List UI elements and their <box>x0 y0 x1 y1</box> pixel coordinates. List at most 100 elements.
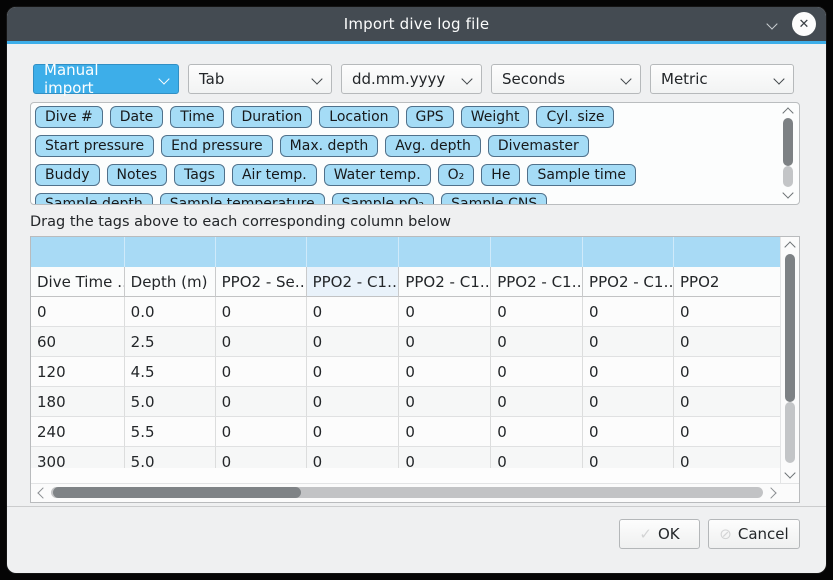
tag-sample-cns[interactable]: Sample CNS <box>441 193 547 205</box>
cell-3-5: 0 <box>491 387 583 417</box>
tag-weight[interactable]: Weight <box>461 106 530 128</box>
ok-button-label: OK <box>658 525 680 543</box>
column-header-0[interactable]: Dive Time … <box>31 267 125 297</box>
tag-water-temp-[interactable]: Water temp. <box>324 164 431 186</box>
dropzone-cell-4[interactable] <box>399 237 491 267</box>
dropdown-1[interactable]: Tab <box>188 64 332 94</box>
dropzone-cell-2[interactable] <box>216 237 307 267</box>
dropdown-value: dd.mm.yyyy <box>352 70 445 88</box>
column-header-6[interactable]: PPO2 - C1… <box>583 267 674 297</box>
table-row-0[interactable]: 00.0000000 <box>31 297 783 327</box>
tag-he[interactable]: He <box>481 164 520 186</box>
column-header-3[interactable]: PPO2 - C1… <box>307 267 400 297</box>
cell-2-4: 0 <box>399 357 491 387</box>
tag-divemaster[interactable]: Divemaster <box>488 135 589 157</box>
cancel-button[interactable]: ⊘ Cancel <box>708 519 800 549</box>
table-row-1[interactable]: 602.5000000 <box>31 327 783 357</box>
scrollbar-thumb[interactable] <box>785 254 795 402</box>
scroll-up-icon[interactable] <box>784 241 795 252</box>
cell-3-3: 0 <box>307 387 400 417</box>
tag-o-[interactable]: O₂ <box>438 164 475 186</box>
tag-duration[interactable]: Duration <box>231 106 312 128</box>
chevron-down-icon <box>461 73 472 84</box>
tag-sample-temperature[interactable]: Sample temperature <box>160 193 325 205</box>
cell-2-2: 0 <box>216 357 307 387</box>
tag-sample-po-[interactable]: Sample pO₂ <box>332 193 434 205</box>
dropdown-value: Tab <box>199 70 224 88</box>
chevron-down-icon <box>766 18 777 29</box>
tag-location[interactable]: Location <box>319 106 398 128</box>
tag-notes[interactable]: Notes <box>107 164 167 186</box>
scroll-right-icon[interactable] <box>765 487 776 498</box>
scrollbar-thumb[interactable] <box>783 118 793 166</box>
table-row-5[interactable]: 3005.0000000 <box>31 447 783 468</box>
dropzone-cell-3[interactable] <box>307 237 400 267</box>
shade-button[interactable] <box>766 18 778 30</box>
close-button[interactable]: ✕ <box>792 12 816 36</box>
tag-buddy[interactable]: Buddy <box>35 164 100 186</box>
tag-end-pressure[interactable]: End pressure <box>161 135 273 157</box>
cell-5-7: 0 <box>674 447 783 468</box>
scrollbar-thumb[interactable] <box>53 487 301 498</box>
scroll-up-icon[interactable] <box>782 107 793 118</box>
dropdown-4[interactable]: Metric <box>650 64 794 94</box>
dropdown-2[interactable]: dd.mm.yyyy <box>341 64 482 94</box>
dropzone-cell-7[interactable] <box>674 237 783 267</box>
cell-5-3: 0 <box>307 447 400 468</box>
tag-tags[interactable]: Tags <box>174 164 225 186</box>
cell-5-2: 0 <box>216 447 307 468</box>
csv-preview-table: Dive Time …Depth (m)PPO2 - Se…PPO2 - C1…… <box>30 236 800 503</box>
tag-panel-scrollbar[interactable] <box>777 103 799 204</box>
tag-air-temp-[interactable]: Air temp. <box>232 164 317 186</box>
ok-button[interactable]: ✓ OK <box>619 519 700 549</box>
scroll-left-icon[interactable] <box>37 487 48 498</box>
column-header-1[interactable]: Depth (m) <box>125 267 216 297</box>
tag-avg-depth[interactable]: Avg. depth <box>385 135 481 157</box>
tag-sample-depth[interactable]: Sample depth <box>35 193 153 205</box>
cell-4-3: 0 <box>307 417 400 447</box>
import-options-row: Manual import Tab dd.mm.yyyy Seconds Metric <box>7 44 826 94</box>
cell-4-0: 240 <box>31 417 125 447</box>
scrollbar-track[interactable] <box>783 166 793 187</box>
dropzone-cell-5[interactable] <box>491 237 583 267</box>
table-vertical-scrollbar[interactable] <box>780 237 799 486</box>
tag-date[interactable]: Date <box>110 106 163 128</box>
cell-3-2: 0 <box>216 387 307 417</box>
cell-4-7: 0 <box>674 417 783 447</box>
table-horizontal-scrollbar[interactable] <box>31 483 800 502</box>
cell-1-6: 0 <box>583 327 674 357</box>
cancel-button-label: Cancel <box>738 525 789 543</box>
column-header-4[interactable]: PPO2 - C1… <box>399 267 491 297</box>
column-header-2[interactable]: PPO2 - Se… <box>216 267 307 297</box>
cell-2-7: 0 <box>674 357 783 387</box>
tag-sample-time[interactable]: Sample time <box>527 164 636 186</box>
column-header-5[interactable]: PPO2 - C1… <box>491 267 583 297</box>
dropzone-cell-1[interactable] <box>125 237 216 267</box>
cell-4-1: 5.5 <box>125 417 216 447</box>
scroll-down-icon[interactable] <box>782 187 793 198</box>
tag-gps[interactable]: GPS <box>406 106 454 128</box>
cell-2-1: 4.5 <box>125 357 216 387</box>
dropzone-cell-0[interactable] <box>31 237 125 267</box>
dropdown-3[interactable]: Seconds <box>491 64 641 94</box>
scrollbar-track[interactable] <box>785 402 795 463</box>
cell-2-6: 0 <box>583 357 674 387</box>
table-row-3[interactable]: 1805.0000000 <box>31 387 783 417</box>
table-row-2[interactable]: 1204.5000000 <box>31 357 783 387</box>
tag-dive-[interactable]: Dive # <box>35 106 103 128</box>
tag-cyl-size[interactable]: Cyl. size <box>536 106 614 128</box>
dropdown-0[interactable]: Manual import <box>33 64 179 94</box>
tag-time[interactable]: Time <box>170 106 224 128</box>
tag-start-pressure[interactable]: Start pressure <box>35 135 154 157</box>
cell-4-6: 0 <box>583 417 674 447</box>
scroll-down-icon[interactable] <box>784 467 795 478</box>
tag-panel: Dive # Date Time Duration Location GPS Weight C… <box>30 102 800 205</box>
tag-max-depth[interactable]: Max. depth <box>280 135 379 157</box>
column-header-7[interactable]: PPO2 <box>674 267 783 297</box>
scrollbar-track[interactable] <box>51 487 763 498</box>
cell-0-3: 0 <box>307 297 400 327</box>
cell-1-7: 0 <box>674 327 783 357</box>
tag-rows: Dive # Date Time Duration Location GPS Weight C… <box>35 106 773 205</box>
dropzone-cell-6[interactable] <box>583 237 674 267</box>
table-row-4[interactable]: 2405.5000000 <box>31 417 783 447</box>
